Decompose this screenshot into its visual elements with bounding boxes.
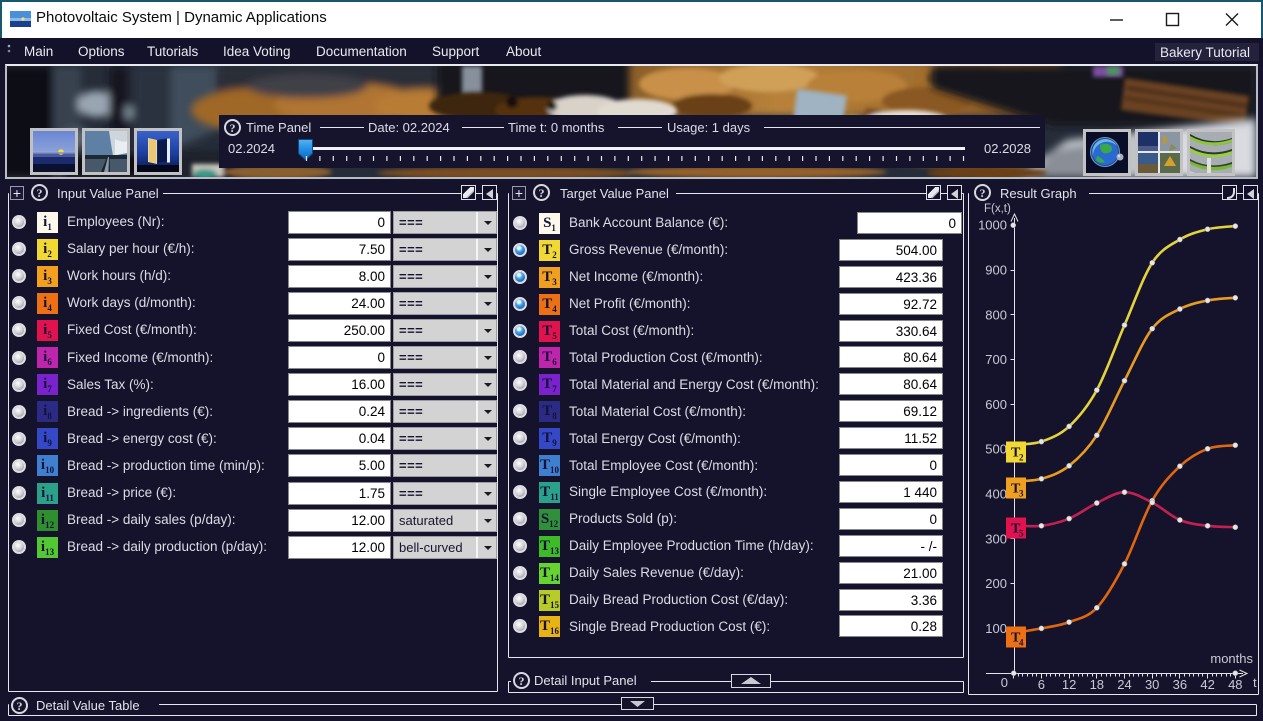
svg-text:3: 3: [1019, 489, 1024, 499]
svg-text:36: 36: [1173, 677, 1187, 692]
svg-text:500: 500: [985, 442, 1007, 457]
svg-text:30: 30: [1145, 677, 1159, 692]
svg-text:4: 4: [1019, 638, 1024, 648]
svg-text:24: 24: [1117, 677, 1131, 692]
svg-text:18: 18: [1090, 677, 1104, 692]
svg-text:42: 42: [1200, 677, 1214, 692]
svg-text:100: 100: [985, 621, 1007, 636]
svg-text:F(x,t): F(x,t): [984, 203, 1011, 215]
svg-text:800: 800: [985, 307, 1007, 322]
svg-text:600: 600: [985, 397, 1007, 412]
svg-text:1000: 1000: [978, 218, 1007, 233]
svg-text:t: t: [1253, 675, 1257, 690]
svg-text:700: 700: [985, 352, 1007, 367]
svg-text:200: 200: [985, 576, 1007, 591]
svg-text:900: 900: [985, 263, 1007, 278]
svg-text:2: 2: [1019, 453, 1024, 463]
svg-text:0: 0: [1001, 675, 1008, 690]
svg-text:400: 400: [985, 487, 1007, 502]
svg-text:48: 48: [1228, 677, 1242, 692]
svg-text:6: 6: [1038, 677, 1045, 692]
svg-text:300: 300: [985, 531, 1007, 546]
svg-text:months: months: [1210, 651, 1253, 666]
svg-text:5: 5: [1019, 529, 1024, 539]
svg-text:12: 12: [1062, 677, 1076, 692]
